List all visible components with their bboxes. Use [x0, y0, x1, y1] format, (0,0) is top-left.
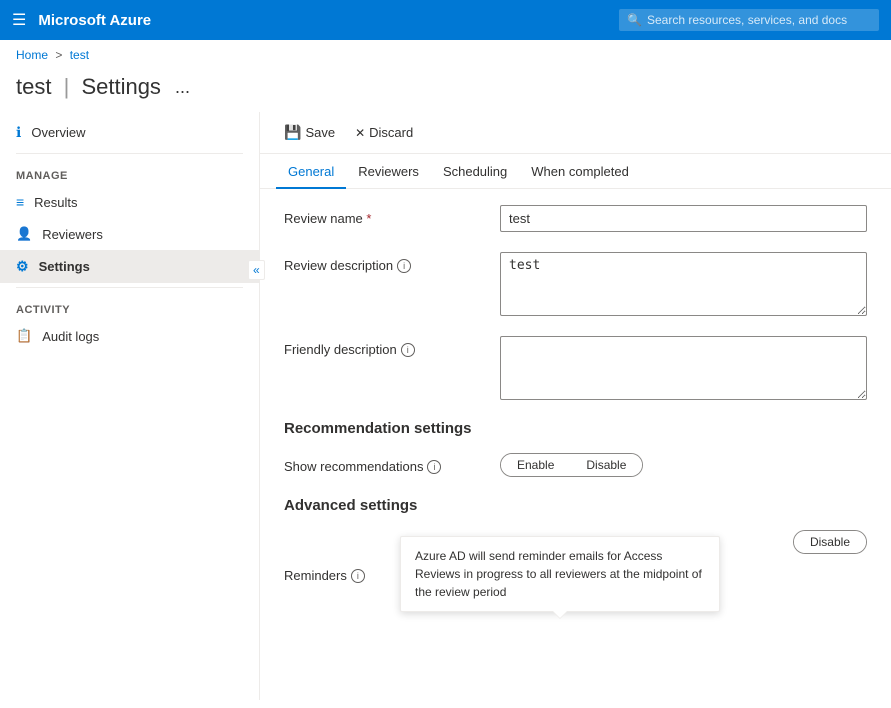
- sidebar-item-reviewers[interactable]: 👤 Reviewers: [0, 218, 259, 250]
- sidebar-item-overview[interactable]: ℹ Overview: [0, 116, 259, 149]
- friendly-description-textarea[interactable]: [500, 336, 867, 400]
- review-name-label: Review name *: [284, 205, 484, 226]
- info-icon: ℹ: [16, 124, 21, 141]
- tab-general[interactable]: General: [276, 154, 346, 189]
- ellipsis-button[interactable]: ...: [175, 77, 190, 98]
- discard-label: Discard: [369, 125, 413, 140]
- friendly-description-info-icon[interactable]: i: [401, 343, 415, 357]
- show-recommendations-toggle: Enable Disable: [500, 453, 643, 477]
- page-title-name: test: [16, 74, 51, 99]
- reminders-info-icon[interactable]: i: [351, 569, 365, 583]
- people-icon: 👤: [16, 226, 32, 242]
- sidebar-manage-section: Manage: [0, 158, 259, 186]
- main-layout: « ℹ Overview Manage ≡ Results 👤 Reviewer…: [0, 112, 891, 700]
- save-label: Save: [305, 125, 335, 140]
- sidebar-results-label: Results: [34, 195, 77, 210]
- breadcrumb-home[interactable]: Home: [16, 48, 48, 62]
- discard-button[interactable]: ✕ Discard: [347, 121, 421, 144]
- tab-scheduling[interactable]: Scheduling: [431, 154, 519, 189]
- breadcrumb: Home > test: [0, 40, 891, 70]
- toolbar: 💾 Save ✕ Discard: [260, 112, 891, 154]
- advanced-disable-toggle: Disable: [793, 530, 867, 554]
- advanced-settings-header: Advanced settings: [284, 497, 867, 514]
- sidebar-item-settings[interactable]: ⚙ Settings: [0, 250, 259, 283]
- sidebar-activity-section: Activity: [0, 292, 259, 320]
- tabs: General Reviewers Scheduling When comple…: [260, 154, 891, 189]
- sidebar-collapse-button[interactable]: «: [248, 260, 265, 280]
- close-icon: ✕: [355, 126, 365, 140]
- review-description-label: Review description i: [284, 252, 484, 273]
- tooltip-text: Azure AD will send reminder emails for A…: [415, 549, 702, 599]
- page-title: test | Settings: [16, 74, 161, 100]
- review-name-input[interactable]: [500, 205, 867, 232]
- settings-icon: ⚙: [16, 258, 29, 275]
- required-star: *: [366, 211, 371, 226]
- show-recommendations-info-icon[interactable]: i: [427, 460, 441, 474]
- breadcrumb-current[interactable]: test: [70, 48, 89, 62]
- sidebar-item-audit-logs[interactable]: 📋 Audit logs: [0, 320, 259, 352]
- hamburger-icon[interactable]: ☰: [12, 10, 26, 30]
- sidebar: ℹ Overview Manage ≡ Results 👤 Reviewers …: [0, 112, 260, 700]
- search-wrapper: 🔍: [619, 9, 879, 31]
- sidebar-divider-activity: [16, 287, 243, 288]
- audit-icon: 📋: [16, 328, 32, 344]
- sidebar-audit-label: Audit logs: [42, 329, 99, 344]
- sidebar-reviewers-label: Reviewers: [42, 227, 103, 242]
- friendly-description-row: Friendly description i: [284, 336, 867, 400]
- sidebar-divider-manage: [16, 153, 243, 154]
- sidebar-settings-label: Settings: [39, 259, 90, 274]
- content-area: 💾 Save ✕ Discard General Reviewers Sched…: [260, 112, 891, 700]
- review-description-row: Review description i test: [284, 252, 867, 316]
- breadcrumb-separator: >: [55, 48, 62, 62]
- search-input[interactable]: [619, 9, 879, 31]
- show-recommendations-label: Show recommendations i: [284, 453, 484, 474]
- tab-reviewers[interactable]: Reviewers: [346, 154, 431, 189]
- save-button[interactable]: 💾 Save: [276, 120, 343, 145]
- save-icon: 💾: [284, 124, 301, 141]
- results-icon: ≡: [16, 194, 24, 210]
- review-name-row: Review name *: [284, 205, 867, 232]
- tooltip-popup: Azure AD will send reminder emails for A…: [400, 536, 720, 612]
- page-title-separator: |: [64, 74, 70, 99]
- review-description-info-icon[interactable]: i: [397, 259, 411, 273]
- recommendation-settings-header: Recommendation settings: [284, 420, 867, 437]
- review-description-textarea[interactable]: test: [500, 252, 867, 316]
- form-content: Review name * Review description i test …: [260, 189, 891, 622]
- page-title-area: test | Settings ...: [0, 70, 891, 112]
- sidebar-item-results[interactable]: ≡ Results: [0, 186, 259, 218]
- advanced-disable-button[interactable]: Disable: [794, 531, 866, 553]
- tab-when-completed[interactable]: When completed: [519, 154, 641, 189]
- app-title: Microsoft Azure: [38, 12, 607, 29]
- show-recommendations-row: Show recommendations i Enable Disable: [284, 453, 867, 477]
- topbar: ☰ Microsoft Azure 🔍: [0, 0, 891, 40]
- recommendations-enable-button[interactable]: Enable: [501, 454, 570, 476]
- recommendations-disable-button[interactable]: Disable: [570, 454, 642, 476]
- friendly-description-label: Friendly description i: [284, 336, 484, 357]
- page-title-section: Settings: [81, 74, 161, 99]
- sidebar-overview-label: Overview: [31, 125, 85, 140]
